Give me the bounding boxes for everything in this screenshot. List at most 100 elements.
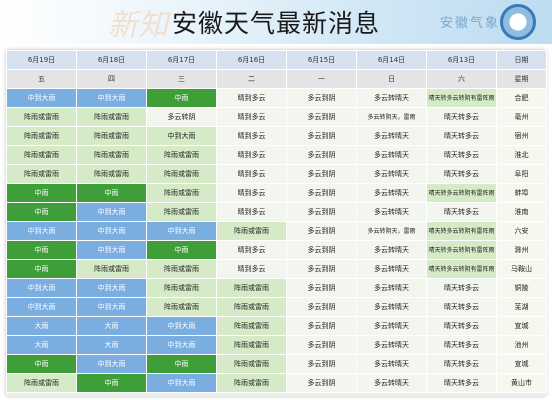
- table-row: 中到大雨 中到大雨 阵雨或雷雨 阵雨或雷雨 多云到阴 多云转晴天 晴天转多云 芜湖: [6, 297, 547, 317]
- weather-cell: 多云到阴: [286, 88, 357, 108]
- weekday-header-cell: 日: [356, 69, 427, 89]
- weather-cell: 晴到多云: [216, 202, 287, 222]
- weather-cell: 多云转晴天: [356, 335, 427, 355]
- weather-cell: 多云转阴天，雷雨: [356, 221, 427, 241]
- weather-cell: 晴天转多云: [426, 297, 497, 317]
- weather-cell: 大雨: [76, 335, 147, 355]
- city-name-cell: 宿州: [496, 126, 547, 146]
- weather-cell: 大雨: [6, 316, 77, 336]
- weather-cell: 多云到阴: [286, 145, 357, 165]
- date-header-cell: 6月16日: [216, 50, 287, 70]
- weather-cell: 多云到阴: [286, 354, 357, 374]
- date-header-cell: 6月17日: [146, 50, 217, 70]
- page-title: 安徽天气最新消息: [172, 9, 381, 38]
- weather-cell: 中到大雨: [146, 335, 217, 355]
- table-row: 大雨 大雨 中到大雨 阵雨或雷雨 多云到阴 多云转晴天 晴天转多云 池州: [6, 335, 547, 355]
- weather-cell: 阵雨或雷雨: [146, 164, 217, 184]
- weather-cell: 阵雨或雷雨: [146, 259, 217, 279]
- table-row: 中雨 中到大雨 中雨 晴到多云 多云到阴 多云转晴天 晴天转多云转阴有雷阵雨 滁州: [6, 240, 547, 260]
- weather-cell: 晴到多云: [216, 126, 287, 146]
- weather-cell: 阵雨或雷雨: [6, 164, 77, 184]
- date-header-cell: 6月14日: [356, 50, 427, 70]
- weather-cell: 阵雨或雷雨: [76, 107, 147, 127]
- city-name-cell: 亳州: [496, 107, 547, 127]
- weather-cell: 阵雨或雷雨: [146, 183, 217, 203]
- weekday-header-cell: 五: [6, 69, 77, 89]
- weather-cell: 晴天转多云转阴有雷阵雨: [426, 259, 497, 279]
- weather-cell: 晴天转多云转阴有雷阵雨: [426, 183, 497, 203]
- weekday-header-cell: 一: [286, 69, 357, 89]
- weather-cell: 晴天转多云转阴有雷阵雨: [426, 88, 497, 108]
- city-name-cell: 铜陵: [496, 278, 547, 298]
- weather-cell: 多云到阴: [286, 107, 357, 127]
- weather-cell: 阵雨或雷雨: [146, 278, 217, 298]
- weather-cell: 晴天转多云转阴有雷阵雨: [426, 221, 497, 241]
- weather-cell: 多云转晴天: [356, 164, 427, 184]
- weather-cell: 阵雨或雷雨: [216, 335, 287, 355]
- weather-cell: 大雨: [6, 335, 77, 355]
- weather-cell: 多云转晴天: [356, 373, 427, 393]
- weather-cell: 中到大雨: [6, 278, 77, 298]
- weather-cell: 多云转晴天: [356, 259, 427, 279]
- weather-cell: 阵雨或雷雨: [6, 373, 77, 393]
- weather-cell: 多云到阴: [286, 202, 357, 222]
- weekday-header-cell: 二: [216, 69, 287, 89]
- weather-cell: 晴到多云: [216, 183, 287, 203]
- city-name-cell: 黄山市: [496, 373, 547, 393]
- weather-cell: 晴天转多云: [426, 202, 497, 222]
- weather-cell: 多云转晴天: [356, 297, 427, 317]
- weather-cell: 中到大雨: [6, 221, 77, 241]
- weather-cell: 中到大雨: [76, 240, 147, 260]
- weather-cell: 中到大雨: [6, 297, 77, 317]
- weather-cell: 阵雨或雷雨: [216, 316, 287, 336]
- forecast-sheet: 6月19日 6月18日 6月17日 6月16日 6月15日 6月14日 6月13日 日期五四三…: [6, 50, 547, 396]
- weather-cell: 晴天转多云: [426, 278, 497, 298]
- weather-cell: 多云到阴: [286, 126, 357, 146]
- date-header-cell: 6月19日: [6, 50, 77, 70]
- weekday-header-cell: 四: [76, 69, 147, 89]
- forecast-table-body: 6月19日 6月18日 6月17日 6月16日 6月15日 6月14日 6月13日 日期五四三…: [6, 50, 547, 393]
- weather-cell: 晴天转多云: [426, 126, 497, 146]
- watermark-text: 新知: [108, 8, 168, 43]
- weather-cell: 阵雨或雷雨: [6, 145, 77, 165]
- weekday-header-cell: 六: [426, 69, 497, 89]
- weekday-header-cell: 星期: [496, 69, 547, 89]
- weather-cell: 晴到多云: [216, 164, 287, 184]
- date-header-cell: 日期: [496, 50, 547, 70]
- weather-cell: 阵雨或雷雨: [76, 259, 147, 279]
- city-name-cell: 宣城: [496, 354, 547, 374]
- weather-cell: 中到大雨: [146, 316, 217, 336]
- weather-cell: 多云转晴天: [356, 126, 427, 146]
- weather-cell: 中雨: [76, 373, 147, 393]
- weather-cell: 中到大雨: [76, 354, 147, 374]
- table-row: 中雨 中到大雨 阵雨或雷雨 晴到多云 多云到阴 多云转晴天 晴天转多云 淮南: [6, 202, 547, 222]
- weather-cell: 多云转晴天: [356, 145, 427, 165]
- weather-cell: 多云到阴: [286, 278, 357, 298]
- weather-cell: 阵雨或雷雨: [146, 145, 217, 165]
- table-row: 阵雨或雷雨 阵雨或雷雨 多云转阴 晴到多云 多云到阴 多云转阴天，雷雨 晴天转多云 亳州: [6, 107, 547, 127]
- weather-cell: 多云到阴: [286, 335, 357, 355]
- weather-cell: 多云到阴: [286, 221, 357, 241]
- weather-cell: 阵雨或雷雨: [76, 126, 147, 146]
- city-name-cell: 六安: [496, 221, 547, 241]
- date-header-row: 6月19日 6月18日 6月17日 6月16日 6月15日 6月14日 6月13日 日期: [6, 50, 547, 70]
- weather-cell: 中到大雨: [146, 221, 217, 241]
- weather-cell: 中雨: [6, 354, 77, 374]
- weather-cell: 中雨: [146, 88, 217, 108]
- weather-cell: 中雨: [146, 354, 217, 374]
- weather-cell: 多云转晴天: [356, 88, 427, 108]
- weather-cell: 多云转晴天: [356, 202, 427, 222]
- weather-cell: 晴到多云: [216, 107, 287, 127]
- weather-cell: 阵雨或雷雨: [216, 373, 287, 393]
- weather-cell: 晴天转多云转阴有雷阵雨: [426, 240, 497, 260]
- weather-cell: 阵雨或雷雨: [146, 202, 217, 222]
- weather-cell: 晴到多云: [216, 259, 287, 279]
- city-name-cell: 池州: [496, 335, 547, 355]
- weather-cell: 中到大雨: [6, 88, 77, 108]
- forecast-table: 6月19日 6月18日 6月17日 6月16日 6月15日 6月14日 6月13日 日期五四三…: [6, 50, 547, 393]
- weather-cell: 阵雨或雷雨: [216, 278, 287, 298]
- table-row: 中雨 阵雨或雷雨 阵雨或雷雨 晴到多云 多云到阴 多云转晴天 晴天转多云转阴有雷阵雨 马鞍山: [6, 259, 547, 279]
- table-row: 中雨 中雨 阵雨或雷雨 晴到多云 多云到阴 多云转晴天 晴天转多云转阴有雷阵雨 蚌埠: [6, 183, 547, 203]
- weather-cell: 中雨: [146, 240, 217, 260]
- weather-cell: 中到大雨: [76, 88, 147, 108]
